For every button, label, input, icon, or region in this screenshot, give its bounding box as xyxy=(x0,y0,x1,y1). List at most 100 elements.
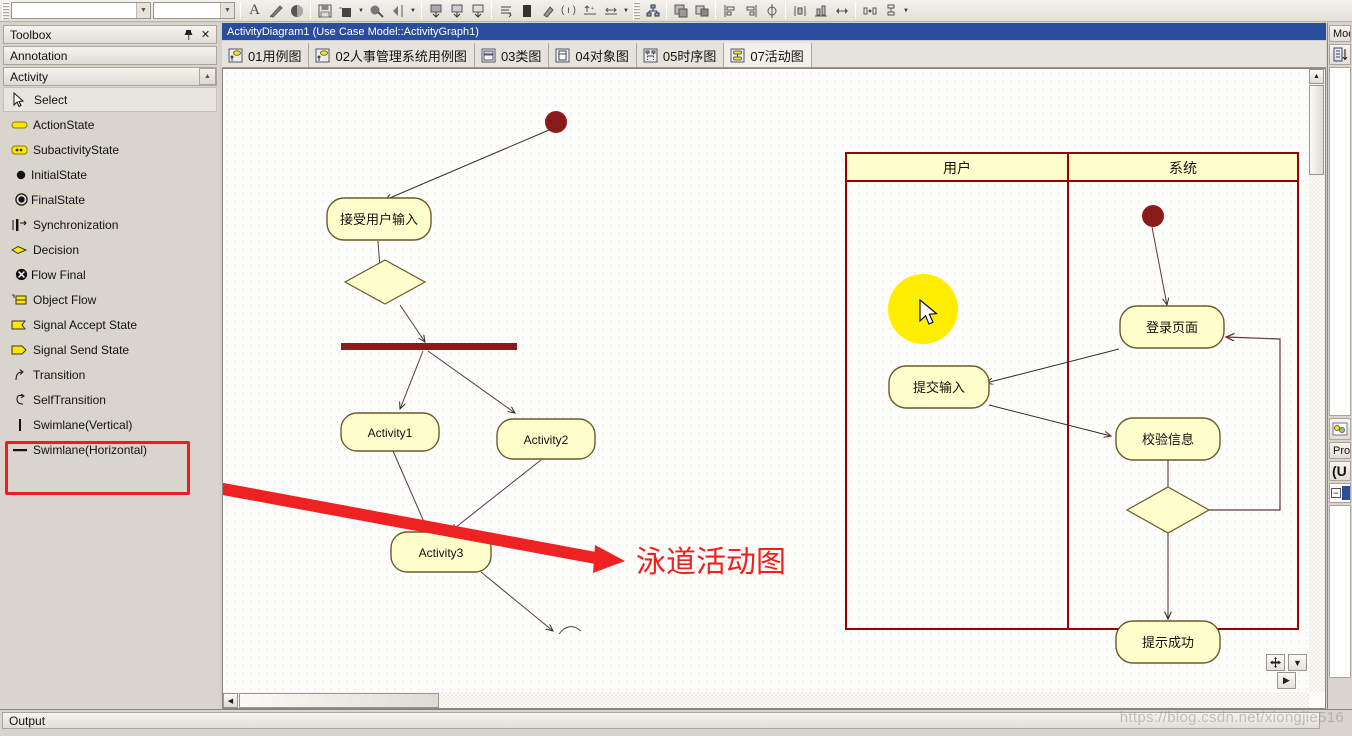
diagram-canvas[interactable]: 接受用户输入 Activity1 Activity2 Activity3 泳道活… xyxy=(223,69,1309,692)
transition-edge[interactable] xyxy=(988,404,1111,436)
pin-icon[interactable] xyxy=(181,27,196,42)
toolbox-item-objectflow[interactable]: Object Flow xyxy=(3,287,217,312)
transition-edge[interactable] xyxy=(400,350,424,409)
node-activity2[interactable]: Activity2 xyxy=(496,418,596,460)
align-left-icon[interactable] xyxy=(719,1,740,20)
scroll-up-icon[interactable]: ▲ xyxy=(1309,69,1324,84)
list-icon[interactable] xyxy=(495,1,516,20)
canvas-horizontal-scrollbar[interactable]: ◀ xyxy=(223,692,1309,708)
toolbox-item-actionstate[interactable]: ActionState xyxy=(3,112,217,137)
toolbox-item-synchronization[interactable]: Synchronization xyxy=(3,212,217,237)
distribute-v-icon[interactable] xyxy=(810,1,831,20)
toolbox-item-transition[interactable]: Transition xyxy=(3,362,217,387)
toolbox-item-subactivitystate[interactable]: SubactivityState xyxy=(3,137,217,162)
swimlane-initial-state[interactable] xyxy=(1142,205,1164,227)
node-activity1[interactable]: Activity1 xyxy=(340,412,440,452)
bring-front-icon[interactable] xyxy=(425,1,446,20)
properties-title[interactable]: Prop xyxy=(1329,442,1351,459)
mirror-icon[interactable] xyxy=(387,1,408,20)
save-icon[interactable] xyxy=(314,1,335,20)
model-explorer-title[interactable]: Mod xyxy=(1329,25,1351,42)
distribute-h-icon[interactable] xyxy=(789,1,810,20)
transition-edge[interactable] xyxy=(1151,226,1167,305)
tab-07[interactable]: 07活动图 xyxy=(724,43,812,67)
toolbox-item-decision[interactable]: Decision xyxy=(3,237,217,262)
node-login-page[interactable]: 登录页面 xyxy=(1119,305,1225,349)
tab-05[interactable]: 05时序图 xyxy=(637,43,725,67)
transition-edge[interactable] xyxy=(399,304,425,342)
chevron-down-icon[interactable]: ▼ xyxy=(356,1,366,20)
toolbox-item-initialstate[interactable]: InitialState xyxy=(3,162,217,187)
tab-02[interactable]: 02人事管理系统用例图 xyxy=(309,43,475,67)
page-icon[interactable] xyxy=(516,1,537,20)
model-explorer-tab-icon[interactable] xyxy=(1329,418,1351,440)
swimlane-body-system[interactable] xyxy=(1067,180,1299,630)
node-decision-2[interactable] xyxy=(1125,486,1211,534)
spacing-icon[interactable] xyxy=(859,1,880,20)
properties-tree-row[interactable]: − xyxy=(1329,483,1351,503)
group-icon[interactable] xyxy=(691,1,712,20)
align-mid-icon[interactable] xyxy=(600,1,621,20)
node-decision[interactable] xyxy=(343,259,427,305)
horizontal-scroll-thumb[interactable] xyxy=(239,693,439,708)
synchronization-bar[interactable] xyxy=(341,343,517,350)
toolbox-item-signalacceptstate[interactable]: Signal Accept State xyxy=(3,312,217,337)
resize-icon[interactable] xyxy=(831,1,852,20)
align-right-icon[interactable] xyxy=(740,1,761,20)
line-style-icon[interactable] xyxy=(265,1,286,20)
node-submit-input[interactable]: 提交输入 xyxy=(888,365,990,409)
initial-state-node[interactable] xyxy=(545,111,567,133)
chevron-down-icon[interactable]: ▼ xyxy=(136,3,150,18)
properties-grid[interactable] xyxy=(1329,505,1351,678)
toolbox-item-swimlane-vertical[interactable]: Swimlane(Vertical) xyxy=(3,412,217,437)
toolbox-item-select[interactable]: Select xyxy=(3,87,217,112)
tab-04[interactable]: 04对象图 xyxy=(549,43,637,67)
text-tool-icon[interactable]: A xyxy=(244,1,265,20)
chevron-down-icon[interactable]: ▼ xyxy=(220,3,234,18)
toolbox-item-flowfinal[interactable]: Flow Final xyxy=(3,262,217,287)
toolbox-item-swimlane-horizontal[interactable]: Swimlane(Horizontal) xyxy=(3,437,217,462)
fill-color-icon[interactable] xyxy=(286,1,307,20)
canvas-vertical-scrollbar[interactable]: ▲ xyxy=(1309,69,1325,692)
loop-back-edge[interactable] xyxy=(1209,337,1281,511)
grid-icon[interactable] xyxy=(670,1,691,20)
toolbar-grip[interactable] xyxy=(633,1,640,20)
fill-bucket-icon[interactable]: w xyxy=(335,1,356,20)
output-title-bar[interactable]: Output xyxy=(2,712,1320,729)
align-top-icon[interactable]: + xyxy=(579,1,600,20)
collapse-box-icon[interactable]: − xyxy=(1331,488,1341,498)
transition-edge[interactable] xyxy=(427,350,515,413)
toolbox-group-annotation[interactable]: Annotation xyxy=(3,46,217,65)
scroll-left-icon[interactable]: ◀ xyxy=(223,693,238,708)
scroll-up-icon[interactable]: ▲ xyxy=(199,68,216,85)
bracket-icon[interactable]: ( ı ) xyxy=(558,1,579,20)
node-verify-info[interactable]: 校验信息 xyxy=(1115,417,1221,461)
tab-03[interactable]: 03类图 xyxy=(475,43,550,67)
tree-item-selected[interactable] xyxy=(1341,486,1350,500)
model-explorer-tree[interactable] xyxy=(1329,67,1351,416)
toolbar-combo-2[interactable]: ▼ xyxy=(153,2,235,19)
font-color-icon[interactable] xyxy=(366,1,387,20)
node-accept-user-input[interactable]: 接受用户输入 xyxy=(326,197,432,241)
zoom-dropdown-icon[interactable]: ▼ xyxy=(1288,654,1307,671)
transition-edge[interactable] xyxy=(385,129,550,200)
chevron-down-icon[interactable]: ▼ xyxy=(901,1,911,20)
pan-tool-icon[interactable] xyxy=(1266,654,1285,671)
toolbox-item-signalsendstate[interactable]: Signal Send State xyxy=(3,337,217,362)
send-back-icon[interactable] xyxy=(446,1,467,20)
toolbar-grip[interactable] xyxy=(2,1,9,20)
align-center-icon[interactable] xyxy=(761,1,782,20)
node-show-success[interactable]: 提示成功 xyxy=(1115,620,1221,664)
toolbox-item-selftransition[interactable]: SelfTransition xyxy=(3,387,217,412)
transition-edge[interactable] xyxy=(986,348,1120,383)
sort-icon[interactable] xyxy=(1329,44,1351,65)
chevron-down-icon[interactable]: ▼ xyxy=(621,1,631,20)
next-page-icon[interactable]: ▶ xyxy=(1277,672,1296,689)
chevron-down-icon[interactable]: ▼ xyxy=(408,1,418,20)
transition-edge[interactable] xyxy=(451,459,542,531)
hierarchy-icon[interactable] xyxy=(642,1,663,20)
layer-icon[interactable] xyxy=(467,1,488,20)
tab-01[interactable]: 01用例图 xyxy=(222,43,310,67)
node-icon[interactable] xyxy=(880,1,901,20)
toolbar-combo-1[interactable]: ▼ xyxy=(11,2,151,19)
